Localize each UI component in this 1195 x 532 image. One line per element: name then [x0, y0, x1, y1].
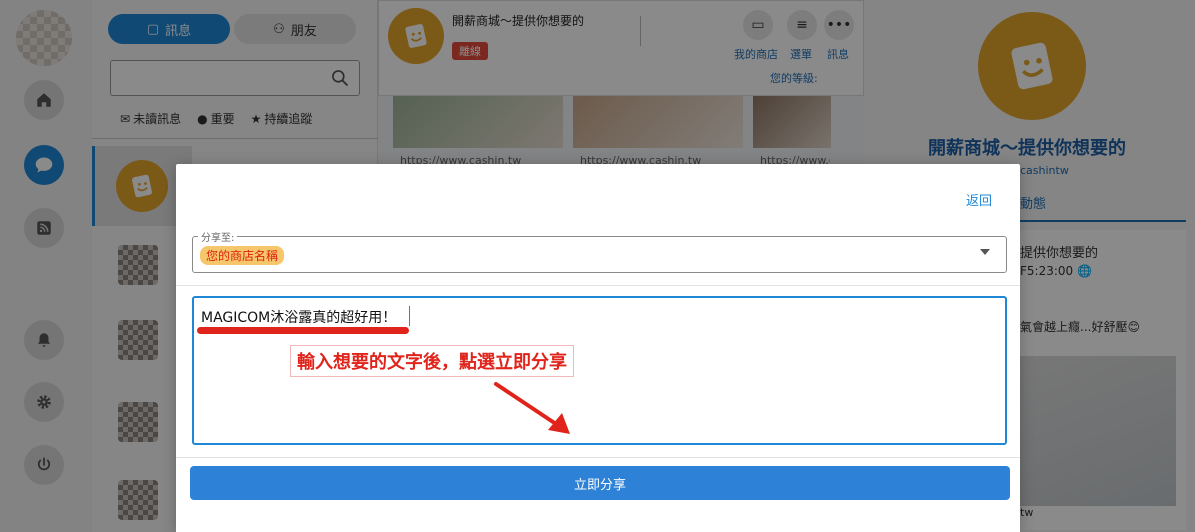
share-target-label: 分享至:	[198, 229, 238, 244]
annotation-underline	[197, 327, 409, 334]
annotation-text: 輸入想要的文字後，點選立即分享	[290, 345, 574, 377]
back-button[interactable]: 返回	[966, 190, 992, 209]
divider	[176, 285, 1020, 286]
divider	[176, 457, 1020, 458]
chevron-down-icon[interactable]	[980, 249, 990, 255]
share-target-value: 您的商店名稱	[200, 246, 285, 265]
share-now-button[interactable]: 立即分享	[190, 466, 1010, 500]
annotation-arrow-icon	[494, 382, 570, 434]
text-cursor	[409, 306, 410, 326]
share-target-select[interactable]	[192, 236, 1007, 273]
message-text: MAGICOM沐浴露真的超好用！	[201, 310, 397, 326]
